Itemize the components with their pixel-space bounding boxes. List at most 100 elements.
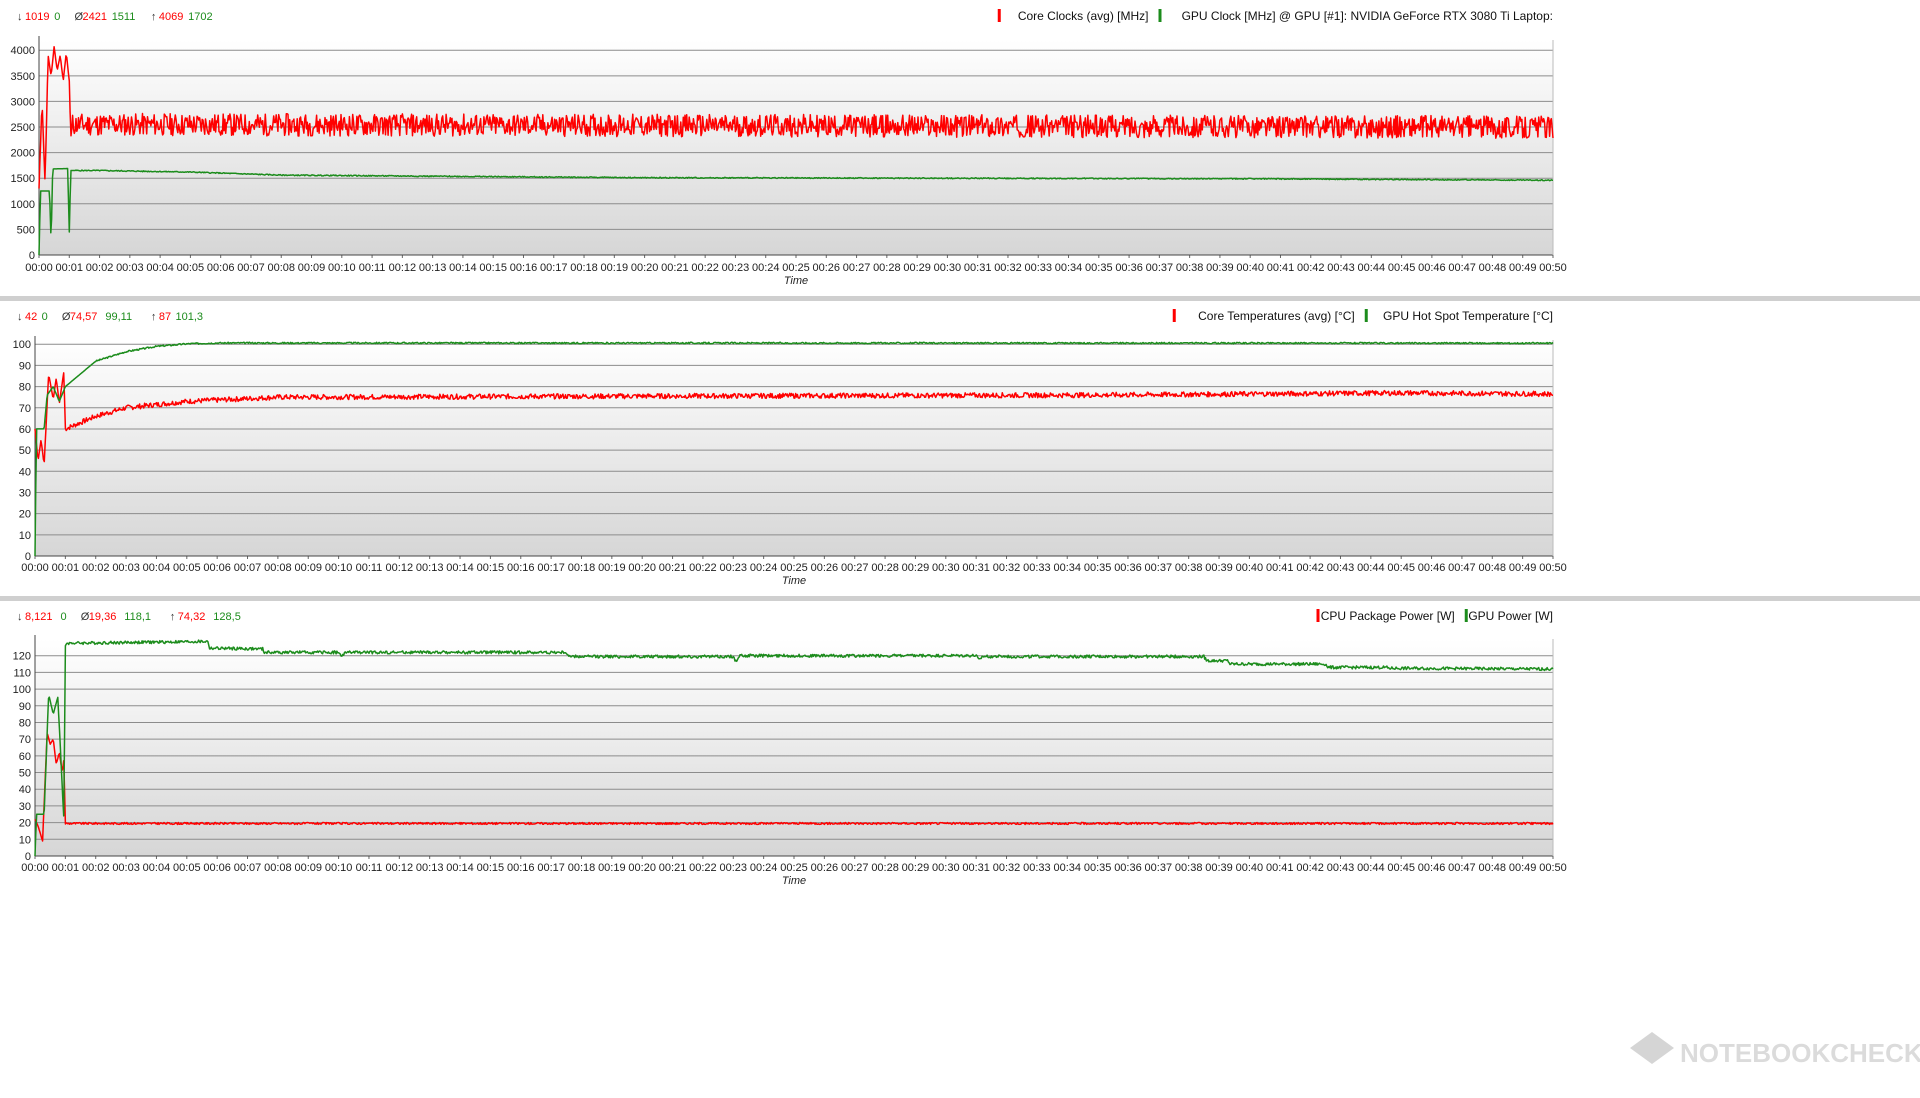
x-tick-label: 00:37 — [1146, 262, 1174, 274]
x-tick-label: 00:45 — [1387, 862, 1415, 874]
x-axis-label: Time — [782, 875, 806, 887]
x-tick-label: 00:01 — [56, 262, 84, 274]
x-tick-label: 00:12 — [389, 262, 417, 274]
legend-label: Core Temperatures (avg) [°C] — [1198, 309, 1355, 323]
x-tick-label: 00:43 — [1327, 562, 1355, 574]
x-tick-label: 00:13 — [416, 562, 444, 574]
legend: GPU Hot Spot Temperature [°C] Core Temper… — [1172, 309, 1553, 323]
x-tick-label: 00:37 — [1145, 562, 1173, 574]
stat-max-icon: ↑ — [151, 311, 157, 323]
x-tick-label: 00:15 — [477, 562, 505, 574]
x-tick-label: 00:27 — [841, 562, 869, 574]
x-tick-label: 00:31 — [962, 862, 990, 874]
x-tick-label: 00:05 — [177, 262, 205, 274]
stat-avg-green: 118,1 — [124, 611, 151, 623]
x-tick-label: 00:44 — [1357, 562, 1385, 574]
x-tick-label: 00:35 — [1085, 262, 1113, 274]
x-tick-label: 00:08 — [264, 562, 292, 574]
x-tick-label: 00:42 — [1296, 862, 1324, 874]
x-tick-label: 00:07 — [234, 862, 262, 874]
x-tick-label: 00:43 — [1327, 262, 1355, 274]
y-tick-label: 110 — [13, 667, 31, 679]
x-tick-label: 00:29 — [903, 262, 931, 274]
stat-max-icon: ↑ — [170, 611, 176, 623]
x-tick-label: 00:02 — [86, 262, 114, 274]
x-tick-label: 00:05 — [173, 562, 201, 574]
x-tick-label: 00:10 — [325, 562, 353, 574]
y-tick-label: 10 — [19, 834, 31, 846]
x-tick-label: 00:24 — [750, 562, 778, 574]
x-tick-label: 00:20 — [628, 862, 656, 874]
x-tick-label: 00:04 — [143, 862, 171, 874]
legend-swatch — [1316, 609, 1320, 622]
x-tick-label: 00:28 — [871, 562, 899, 574]
x-tick-label: 00:42 — [1297, 262, 1325, 274]
y-tick-label: 70 — [19, 403, 31, 415]
x-tick-label: 00:08 — [267, 262, 295, 274]
x-tick-label: 00:18 — [568, 562, 596, 574]
stat-max-green: 1702 — [188, 11, 212, 23]
x-tick-label: 00:41 — [1266, 562, 1294, 574]
x-tick-label: 00:22 — [689, 562, 717, 574]
y-tick-label: 70 — [19, 734, 31, 746]
x-tick-label: 00:39 — [1206, 262, 1234, 274]
y-tick-label: 90 — [19, 360, 31, 372]
x-tick-label: 00:16 — [507, 562, 535, 574]
y-tick-label: 80 — [19, 382, 31, 394]
y-tick-label: 60 — [19, 751, 31, 763]
watermark: NOTEBOOKCHECK — [1630, 1032, 1920, 1068]
x-tick-label: 00:50 — [1539, 562, 1567, 574]
stat-min-red: 42 — [25, 311, 37, 323]
x-tick-label: 00:36 — [1114, 562, 1142, 574]
x-tick-label: 00:22 — [691, 262, 719, 274]
y-tick-label: 3000 — [11, 96, 35, 108]
y-tick-label: 0 — [29, 250, 35, 262]
legend-swatch — [1464, 609, 1468, 622]
x-tick-label: 00:17 — [537, 862, 565, 874]
stat-max-green: 128,5 — [213, 611, 241, 623]
x-tick-label: 00:21 — [659, 562, 687, 574]
x-tick-label: 00:02 — [82, 862, 110, 874]
y-tick-label: 100 — [13, 339, 31, 351]
y-tick-label: 500 — [17, 224, 35, 236]
x-tick-label: 00:25 — [782, 262, 810, 274]
x-tick-label: 00:14 — [446, 862, 474, 874]
x-tick-label: 00:45 — [1387, 562, 1415, 574]
legend-label: Core Clocks (avg) [MHz] — [1018, 9, 1149, 23]
panel-separator — [0, 596, 1920, 601]
legend-swatch — [1364, 309, 1368, 322]
x-tick-label: 00:17 — [540, 262, 568, 274]
x-tick-label: 00:47 — [1448, 562, 1476, 574]
x-tick-label: 00:23 — [722, 262, 750, 274]
legend: GPU Power [W] CPU Package Power [W] — [1316, 609, 1553, 623]
stat-max-red: 4069 — [159, 11, 183, 23]
x-tick-label: 00:22 — [689, 862, 717, 874]
x-tick-label: 00:11 — [359, 262, 386, 274]
legend-label: GPU Hot Spot Temperature [°C] — [1383, 309, 1553, 323]
x-tick-label: 00:49 — [1509, 562, 1537, 574]
stat-max-red: 87 — [159, 311, 171, 323]
y-tick-label: 90 — [19, 701, 31, 713]
x-tick-label: 00:46 — [1418, 562, 1446, 574]
x-tick-label: 00:23 — [720, 562, 748, 574]
x-tick-label: 00:35 — [1084, 562, 1112, 574]
x-tick-label: 00:01 — [52, 862, 80, 874]
x-tick-label: 00:46 — [1418, 262, 1446, 274]
x-tick-label: 00:37 — [1145, 862, 1173, 874]
y-tick-label: 40 — [19, 466, 31, 478]
x-tick-label: 00:20 — [631, 262, 659, 274]
x-tick-label: 00:09 — [298, 262, 326, 274]
x-tick-label: 00:28 — [873, 262, 901, 274]
y-tick-label: 1500 — [11, 173, 35, 185]
x-tick-label: 00:35 — [1084, 862, 1112, 874]
chart-panel-1: ↓ 1019 0 Ø 2421 1511 ↑ 4069 1702 GPU Clock [MHz] … — [0, 9, 1920, 301]
x-tick-label: 00:00 — [21, 862, 49, 874]
y-tick-label: 30 — [19, 487, 31, 499]
x-tick-label: 00:45 — [1388, 262, 1416, 274]
x-tick-label: 00:23 — [720, 862, 748, 874]
x-tick-label: 00:06 — [203, 562, 231, 574]
y-tick-label: 60 — [19, 424, 31, 436]
stat-min-green: 0 — [42, 311, 48, 323]
x-tick-label: 00:14 — [449, 262, 477, 274]
x-tick-label: 00:40 — [1236, 862, 1264, 874]
